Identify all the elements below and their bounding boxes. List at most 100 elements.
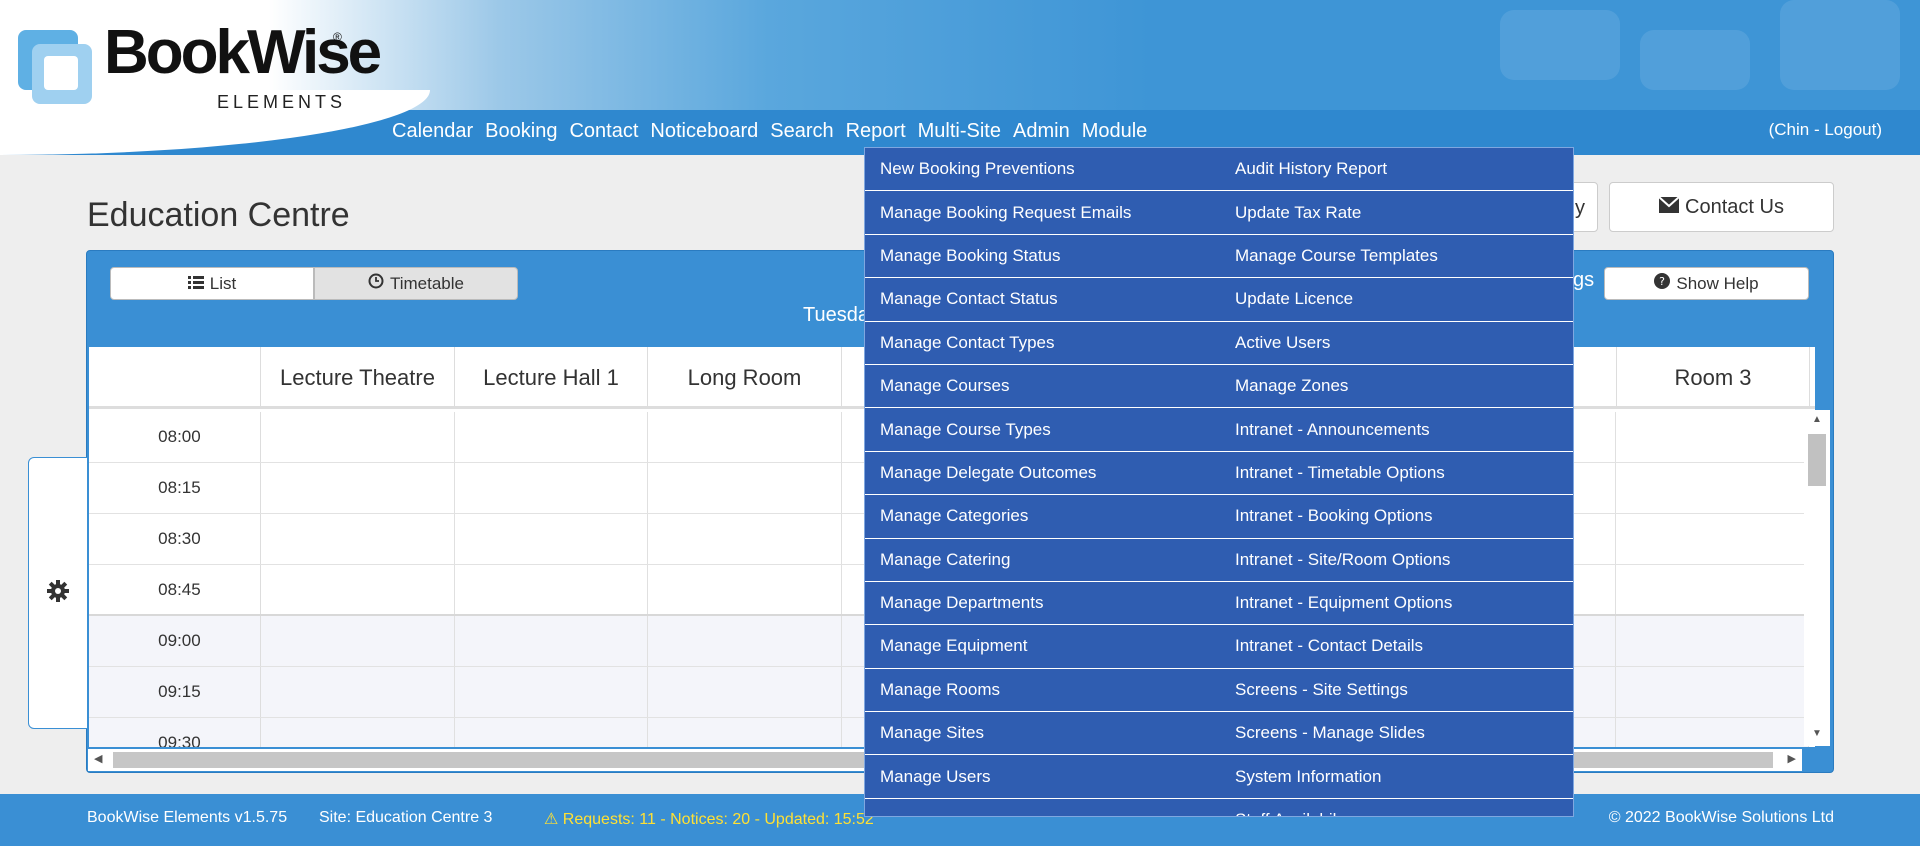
time-label: 09:00 — [89, 616, 261, 666]
admin-menu-item[interactable]: Update Licence — [1220, 278, 1573, 322]
status-text[interactable]: ⚠ Requests: 11 - Notices: 20 - Updated: … — [544, 809, 874, 829]
admin-menu-item[interactable]: Intranet - Equipment Options — [1220, 582, 1573, 626]
nav-search[interactable]: Search — [770, 120, 833, 143]
admin-menu-item[interactable]: Manage Departments — [865, 582, 1220, 626]
room-header[interactable]: Long Room — [648, 347, 842, 409]
admin-menu-item[interactable]: Manage Course Types — [865, 408, 1220, 452]
nav-contact[interactable]: Contact — [569, 120, 638, 143]
scroll-down-icon[interactable]: ▼ — [1812, 728, 1822, 739]
timeslot-cell[interactable] — [648, 667, 842, 717]
admin-menu-item[interactable]: Manage Zones — [1220, 365, 1573, 409]
nav-module[interactable]: Module — [1082, 120, 1148, 143]
admin-menu-item[interactable]: Screens - Manage Slides — [1220, 712, 1573, 756]
nav-noticeboard[interactable]: Noticeboard — [650, 120, 758, 143]
contact-us-label: Contact Us — [1685, 195, 1784, 218]
warning-icon: ⚠ — [544, 811, 559, 828]
timeslot-cell[interactable] — [648, 718, 842, 747]
timeslot-cell[interactable] — [648, 412, 842, 462]
header-decoration — [1500, 10, 1620, 80]
admin-menu-item[interactable]: Staff Availabil — [1220, 799, 1573, 816]
vertical-scrollbar[interactable]: ▲ ▼ — [1804, 410, 1830, 746]
admin-menu-item[interactable]: Intranet - Contact Details — [1220, 625, 1573, 669]
admin-menu-item[interactable]: Manage Delegate Outcomes — [865, 452, 1220, 496]
timeslot-cell[interactable] — [455, 565, 648, 614]
admin-menu-item[interactable]: Intranet - Site/Room Options — [1220, 539, 1573, 582]
timeslot-cell[interactable] — [261, 565, 455, 614]
admin-menu-item[interactable]: Manage Booking Request Emails — [865, 191, 1220, 235]
timeslot-cell[interactable] — [261, 667, 455, 717]
admin-menu-item[interactable]: Intranet - Timetable Options — [1220, 452, 1573, 496]
admin-menu-item[interactable]: Manage Courses — [865, 365, 1220, 409]
logo-subtitle: ELEMENTS — [217, 92, 347, 112]
admin-menu-item[interactable]: Intranet - Announcements — [1220, 408, 1573, 452]
nav-calendar[interactable]: Calendar — [392, 120, 473, 143]
admin-menu-item[interactable]: System Information — [1220, 755, 1573, 799]
settings-side-tab[interactable] — [28, 457, 88, 729]
page-title: Education Centre — [87, 196, 350, 234]
copyright-text: © 2022 BookWise Solutions Ltd — [1608, 809, 1834, 826]
timeslot-cell[interactable] — [261, 514, 455, 564]
nav-report[interactable]: Report — [846, 120, 906, 143]
admin-menu-item[interactable]: Manage Contact Status — [865, 278, 1220, 322]
nav-booking[interactable]: Booking — [485, 120, 557, 143]
logout-link[interactable]: (Chin - Logout) — [1769, 120, 1882, 140]
time-label: 09:15 — [89, 667, 261, 717]
admin-menu-item[interactable]: Manage Catering — [865, 539, 1220, 582]
list-view-button[interactable]: List — [110, 267, 314, 300]
question-icon: ? — [1654, 273, 1671, 294]
timeslot-cell[interactable] — [648, 616, 842, 666]
admin-menu-item[interactable]: Active Users — [1220, 322, 1573, 365]
admin-menu-item[interactable]: Audit History Report — [1220, 148, 1573, 192]
room-header[interactable]: Lecture Hall 1 — [455, 347, 648, 409]
scroll-left-icon[interactable]: ◀ — [94, 752, 102, 765]
admin-menu-item[interactable]: Intranet - Booking Options — [1220, 495, 1573, 539]
timeslot-cell[interactable] — [648, 514, 842, 564]
timeslot-cell[interactable] — [1616, 463, 1810, 513]
admin-menu-item[interactable]: Manage Categories — [865, 495, 1220, 539]
admin-menu-item[interactable]: New Booking Preventions — [865, 148, 1220, 192]
scroll-thumb[interactable] — [1808, 434, 1826, 486]
timeslot-cell[interactable] — [455, 667, 648, 717]
timeslot-cell[interactable] — [455, 412, 648, 462]
room-header[interactable]: Lecture Theatre — [261, 347, 455, 409]
admin-menu-item[interactable]: Manage Sites — [865, 712, 1220, 756]
timeslot-cell[interactable] — [1616, 718, 1810, 747]
timeslot-cell[interactable] — [455, 616, 648, 666]
admin-menu-item[interactable]: Manage Contact Types — [865, 322, 1220, 365]
admin-menu-item[interactable]: Manage Rooms — [865, 669, 1220, 713]
nav-admin[interactable]: Admin — [1013, 120, 1070, 143]
scroll-up-icon[interactable]: ▲ — [1812, 414, 1822, 425]
show-help-button[interactable]: ? Show Help — [1604, 267, 1809, 300]
admin-menu-item[interactable]: Manage Equipment — [865, 625, 1220, 669]
admin-menu-item[interactable]: Update Tax Rate — [1220, 191, 1573, 235]
contact-us-button[interactable]: Contact Us — [1609, 182, 1834, 232]
timeslot-cell[interactable] — [455, 718, 648, 747]
settings-partial[interactable]: gs — [1573, 269, 1594, 292]
timeslot-cell[interactable] — [261, 412, 455, 462]
time-label: 08:15 — [89, 463, 261, 513]
timeslot-cell[interactable] — [455, 463, 648, 513]
timetable-view-button[interactable]: Timetable — [314, 267, 518, 300]
app-header: BookWise ® ELEMENTS Calendar Booking Con… — [0, 0, 1920, 155]
time-label: 08:30 — [89, 514, 261, 564]
room-header[interactable]: Room 3 — [1617, 347, 1810, 409]
timeslot-cell[interactable] — [1616, 412, 1810, 462]
timeslot-cell[interactable] — [1616, 667, 1810, 717]
admin-menu-item[interactable]: Screens - Site Settings — [1220, 669, 1573, 713]
timeslot-cell[interactable] — [648, 565, 842, 614]
admin-menu-item[interactable]: Manage Users — [865, 755, 1220, 799]
timeslot-cell[interactable] — [261, 463, 455, 513]
scroll-right-icon[interactable]: ▶ — [1788, 752, 1796, 765]
nav-multi-site[interactable]: Multi-Site — [918, 120, 1001, 143]
timeslot-cell[interactable] — [1616, 616, 1810, 666]
timeslot-cell[interactable] — [455, 514, 648, 564]
admin-menu-item[interactable]: Manage Booking Status — [865, 235, 1220, 279]
timeslot-cell[interactable] — [261, 616, 455, 666]
timeslot-cell[interactable] — [648, 463, 842, 513]
admin-menu-item[interactable]: Manage Course Templates — [1220, 235, 1573, 279]
timeslot-cell[interactable] — [1616, 514, 1810, 564]
time-label: 08:00 — [89, 412, 261, 462]
timeslot-cell[interactable] — [1616, 565, 1810, 614]
header-decoration — [1780, 0, 1900, 90]
timeslot-cell[interactable] — [261, 718, 455, 747]
